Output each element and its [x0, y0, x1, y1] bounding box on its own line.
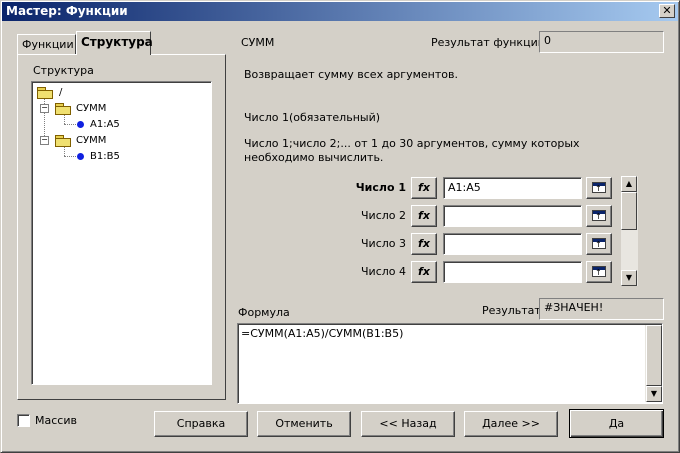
close-button[interactable]: ✕ [659, 4, 675, 18]
tab-structure[interactable]: Структура [76, 31, 153, 55]
arrow-down-icon: ▼ [650, 389, 658, 398]
array-checkbox[interactable] [17, 414, 30, 427]
shrink-dialog-icon [592, 266, 606, 277]
scroll-down-button[interactable]: ▼ [621, 270, 637, 286]
tree-node-sum-2[interactable]: − СУММ [40, 132, 106, 148]
function-wizard-icon: fx [418, 265, 430, 278]
fx-button-1[interactable]: fx [411, 177, 437, 199]
arg-input-1[interactable]: A1:A5 [443, 177, 582, 199]
scroll-up-button[interactable]: ▲ [621, 176, 637, 192]
shrink-button-4[interactable] [586, 261, 612, 283]
tree-leaf-b1b5[interactable]: B1:B5 [77, 148, 120, 164]
title-bar[interactable]: Мастер: Функции ✕ [2, 2, 678, 21]
back-button[interactable]: << Назад [361, 411, 455, 437]
fx-button-2[interactable]: fx [411, 205, 437, 227]
shrink-button-1[interactable] [586, 177, 612, 199]
formula-scroll-down-button[interactable]: ▼ [646, 386, 662, 402]
folder-open-icon [37, 86, 53, 99]
arrow-down-icon: ▼ [625, 273, 633, 282]
arg-label-4: Число 4 [361, 265, 406, 278]
formula-scroll-thumb[interactable] [646, 325, 662, 386]
arg-label-3: Число 3 [361, 237, 406, 250]
shrink-dialog-icon [592, 238, 606, 249]
argument-title: Число 1(обязательный) [244, 111, 381, 124]
fx-button-4[interactable]: fx [411, 261, 437, 283]
formula-result-field: #ЗНАЧЕН! [539, 298, 664, 320]
close-icon: ✕ [662, 4, 672, 17]
shrink-button-2[interactable] [586, 205, 612, 227]
function-wizard-icon: fx [418, 237, 430, 250]
arg-input-4[interactable] [443, 261, 582, 283]
tree-node-sum-1[interactable]: − СУММ [40, 100, 106, 116]
argument-dot-icon [77, 152, 84, 160]
fx-button-3[interactable]: fx [411, 233, 437, 255]
collapse-icon[interactable]: − [40, 135, 49, 145]
shrink-dialog-icon [592, 182, 606, 193]
shrink-dialog-icon [592, 210, 606, 221]
cancel-button[interactable]: Отменить [257, 411, 351, 437]
window-title: Мастер: Функции [6, 4, 128, 18]
function-name: СУММ [241, 36, 275, 49]
formula-result-label: Результат [482, 304, 541, 317]
argument-dot-icon [77, 120, 84, 128]
formula-textarea[interactable]: =СУММ(A1:A5)/СУММ(B1:B5) [237, 323, 663, 404]
function-wizard-icon: fx [418, 181, 430, 194]
tree-leaf-a1a5[interactable]: A1:A5 [77, 116, 120, 132]
folder-open-icon [55, 102, 71, 115]
collapse-icon[interactable]: − [40, 103, 49, 113]
structure-label: Структура [33, 64, 94, 77]
function-description: Возвращает сумму всех аргументов. [244, 68, 458, 81]
scroll-thumb[interactable] [621, 192, 637, 230]
help-button[interactable]: Справка [154, 411, 248, 437]
function-result-label: Результат функции [431, 36, 545, 49]
arg-label-1: Число 1 [355, 181, 406, 194]
shrink-button-3[interactable] [586, 233, 612, 255]
tab-functions[interactable]: Функции [17, 34, 76, 54]
function-wizard-icon: fx [418, 209, 430, 222]
tree-root[interactable]: / [37, 84, 62, 100]
function-result-field: 0 [539, 31, 664, 53]
ok-button[interactable]: Да [569, 409, 664, 438]
tab-functions-label: Функции [22, 38, 74, 51]
next-button[interactable]: Далее >> [464, 411, 558, 437]
structure-tree[interactable] [31, 81, 212, 385]
argument-description: Число 1;число 2;... от 1 до 30 аргументо… [244, 137, 580, 164]
tab-structure-label: Структура [81, 35, 153, 49]
formula-label: Формула [238, 306, 290, 319]
tree-line [64, 124, 76, 125]
arrow-up-icon: ▲ [625, 179, 633, 188]
arg-input-3[interactable] [443, 233, 582, 255]
arg-label-2: Число 2 [361, 209, 406, 222]
array-checkbox-label[interactable]: Массив [35, 414, 77, 427]
arg-input-2[interactable] [443, 205, 582, 227]
tree-line [64, 156, 76, 157]
folder-open-icon [55, 134, 71, 147]
